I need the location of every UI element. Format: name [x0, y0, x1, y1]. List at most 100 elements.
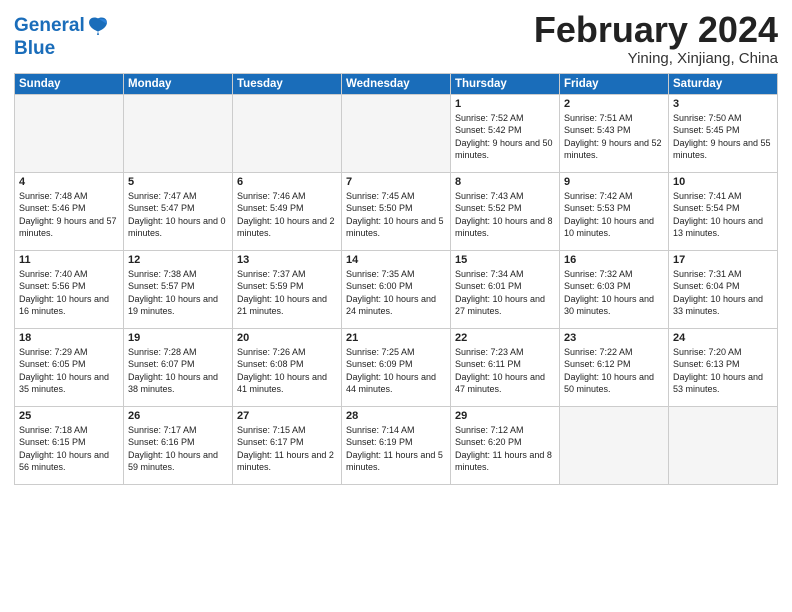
- day-info: Sunrise: 7:45 AMSunset: 5:50 PMDaylight:…: [346, 190, 446, 240]
- day-cell: 22 Sunrise: 7:23 AMSunset: 6:11 PMDayligh…: [451, 328, 560, 406]
- day-number: 25: [19, 410, 119, 422]
- day-info: Sunrise: 7:20 AMSunset: 6:13 PMDaylight:…: [673, 346, 773, 396]
- title-block: February 2024 Yining, Xinjiang, China: [534, 10, 778, 67]
- day-cell: 17 Sunrise: 7:31 AMSunset: 6:04 PMDayligh…: [669, 250, 778, 328]
- day-info: Sunrise: 7:48 AMSunset: 5:46 PMDaylight:…: [19, 190, 119, 240]
- day-info: Sunrise: 7:17 AMSunset: 6:16 PMDaylight:…: [128, 424, 228, 474]
- day-number: 20: [237, 332, 337, 344]
- col-sunday: Sunday: [15, 73, 124, 94]
- day-number: 3: [673, 98, 773, 110]
- day-number: 21: [346, 332, 446, 344]
- day-info: Sunrise: 7:31 AMSunset: 6:04 PMDaylight:…: [673, 268, 773, 318]
- day-info: Sunrise: 7:18 AMSunset: 6:15 PMDaylight:…: [19, 424, 119, 474]
- day-number: 22: [455, 332, 555, 344]
- day-info: Sunrise: 7:29 AMSunset: 6:05 PMDaylight:…: [19, 346, 119, 396]
- day-cell: 29 Sunrise: 7:12 AMSunset: 6:20 PMDayligh…: [451, 406, 560, 484]
- day-cell: 2 Sunrise: 7:51 AMSunset: 5:43 PMDaylight…: [560, 94, 669, 172]
- day-cell: 19Sunrise: 7:28 AMSunset: 6:07 PMDayligh…: [124, 328, 233, 406]
- day-info: Sunrise: 7:42 AMSunset: 5:53 PMDaylight:…: [564, 190, 664, 240]
- day-cell: 14Sunrise: 7:35 AMSunset: 6:00 PMDayligh…: [342, 250, 451, 328]
- day-cell: [669, 406, 778, 484]
- col-friday: Friday: [560, 73, 669, 94]
- day-number: 9: [564, 176, 664, 188]
- day-cell: 20 Sunrise: 7:26 AMSunset: 6:08 PMDayligh…: [233, 328, 342, 406]
- day-cell: 21 Sunrise: 7:25 AMSunset: 6:09 PMDayligh…: [342, 328, 451, 406]
- week-row-4: 18Sunrise: 7:29 AMSunset: 6:05 PMDayligh…: [15, 328, 778, 406]
- day-cell: 18Sunrise: 7:29 AMSunset: 6:05 PMDayligh…: [15, 328, 124, 406]
- logo-blue: Blue: [14, 38, 109, 60]
- day-number: 17: [673, 254, 773, 266]
- day-info: Sunrise: 7:46 AMSunset: 5:49 PMDaylight:…: [237, 190, 337, 240]
- day-cell: 25 Sunrise: 7:18 AMSunset: 6:15 PMDayligh…: [15, 406, 124, 484]
- day-number: 2: [564, 98, 664, 110]
- day-info: Sunrise: 7:22 AMSunset: 6:12 PMDaylight:…: [564, 346, 664, 396]
- day-info: Sunrise: 7:32 AMSunset: 6:03 PMDaylight:…: [564, 268, 664, 318]
- day-number: 29: [455, 410, 555, 422]
- day-info: Sunrise: 7:15 AMSunset: 6:17 PMDaylight:…: [237, 424, 337, 474]
- day-number: 1: [455, 98, 555, 110]
- day-number: 8: [455, 176, 555, 188]
- col-monday: Monday: [124, 73, 233, 94]
- day-number: 15: [455, 254, 555, 266]
- day-info: Sunrise: 7:37 AMSunset: 5:59 PMDaylight:…: [237, 268, 337, 318]
- header: General Blue February 2024 Yining, Xinji…: [14, 10, 778, 67]
- day-cell: 11 Sunrise: 7:40 AMSunset: 5:56 PMDayligh…: [15, 250, 124, 328]
- day-info: Sunrise: 7:43 AMSunset: 5:52 PMDaylight:…: [455, 190, 555, 240]
- day-info: Sunrise: 7:51 AMSunset: 5:43 PMDaylight:…: [564, 112, 664, 162]
- day-number: 7: [346, 176, 446, 188]
- day-number: 28: [346, 410, 446, 422]
- day-cell: 4 Sunrise: 7:48 AMSunset: 5:46 PMDaylight…: [15, 172, 124, 250]
- day-info: Sunrise: 7:52 AMSunset: 5:42 PMDaylight:…: [455, 112, 555, 162]
- day-cell: [124, 94, 233, 172]
- day-number: 13: [237, 254, 337, 266]
- day-number: 6: [237, 176, 337, 188]
- day-info: Sunrise: 7:34 AMSunset: 6:01 PMDaylight:…: [455, 268, 555, 318]
- weekday-header-row: Sunday Monday Tuesday Wednesday Thursday…: [15, 73, 778, 94]
- day-cell: 3 Sunrise: 7:50 AMSunset: 5:45 PMDaylight…: [669, 94, 778, 172]
- day-number: 23: [564, 332, 664, 344]
- day-number: 4: [19, 176, 119, 188]
- day-cell: 16 Sunrise: 7:32 AMSunset: 6:03 PMDayligh…: [560, 250, 669, 328]
- week-row-3: 11 Sunrise: 7:40 AMSunset: 5:56 PMDayligh…: [15, 250, 778, 328]
- day-cell: [342, 94, 451, 172]
- day-cell: 26 Sunrise: 7:17 AMSunset: 6:16 PMDayligh…: [124, 406, 233, 484]
- day-cell: 24 Sunrise: 7:20 AMSunset: 6:13 PMDayligh…: [669, 328, 778, 406]
- logo: General Blue: [14, 14, 109, 60]
- day-cell: [233, 94, 342, 172]
- day-number: 5: [128, 176, 228, 188]
- calendar: Sunday Monday Tuesday Wednesday Thursday…: [14, 73, 778, 485]
- day-info: Sunrise: 7:12 AMSunset: 6:20 PMDaylight:…: [455, 424, 555, 474]
- month-title: February 2024: [534, 10, 778, 50]
- day-number: 19: [128, 332, 228, 344]
- day-number: 11: [19, 254, 119, 266]
- day-cell: 1 Sunrise: 7:52 AMSunset: 5:42 PMDaylight…: [451, 94, 560, 172]
- col-thursday: Thursday: [451, 73, 560, 94]
- logo-general: General: [14, 15, 85, 36]
- day-number: 14: [346, 254, 446, 266]
- day-number: 10: [673, 176, 773, 188]
- day-info: Sunrise: 7:47 AMSunset: 5:47 PMDaylight:…: [128, 190, 228, 240]
- week-row-5: 25 Sunrise: 7:18 AMSunset: 6:15 PMDayligh…: [15, 406, 778, 484]
- day-number: 16: [564, 254, 664, 266]
- day-cell: 12Sunrise: 7:38 AMSunset: 5:57 PMDayligh…: [124, 250, 233, 328]
- day-info: Sunrise: 7:40 AMSunset: 5:56 PMDaylight:…: [19, 268, 119, 318]
- col-tuesday: Tuesday: [233, 73, 342, 94]
- day-cell: 9 Sunrise: 7:42 AMSunset: 5:53 PMDaylight…: [560, 172, 669, 250]
- day-number: 24: [673, 332, 773, 344]
- week-row-2: 4 Sunrise: 7:48 AMSunset: 5:46 PMDaylight…: [15, 172, 778, 250]
- week-row-1: 1 Sunrise: 7:52 AMSunset: 5:42 PMDaylight…: [15, 94, 778, 172]
- day-info: Sunrise: 7:26 AMSunset: 6:08 PMDaylight:…: [237, 346, 337, 396]
- logo-bird-icon: [87, 14, 109, 36]
- day-info: Sunrise: 7:41 AMSunset: 5:54 PMDaylight:…: [673, 190, 773, 240]
- day-info: Sunrise: 7:14 AMSunset: 6:19 PMDaylight:…: [346, 424, 446, 474]
- day-info: Sunrise: 7:25 AMSunset: 6:09 PMDaylight:…: [346, 346, 446, 396]
- day-cell: 15 Sunrise: 7:34 AMSunset: 6:01 PMDayligh…: [451, 250, 560, 328]
- day-info: Sunrise: 7:50 AMSunset: 5:45 PMDaylight:…: [673, 112, 773, 162]
- day-info: Sunrise: 7:23 AMSunset: 6:11 PMDaylight:…: [455, 346, 555, 396]
- page: General Blue February 2024 Yining, Xinji…: [0, 0, 792, 612]
- day-number: 12: [128, 254, 228, 266]
- day-number: 26: [128, 410, 228, 422]
- day-cell: 28 Sunrise: 7:14 AMSunset: 6:19 PMDayligh…: [342, 406, 451, 484]
- location: Yining, Xinjiang, China: [534, 50, 778, 67]
- day-cell: 5 Sunrise: 7:47 AMSunset: 5:47 PMDaylight…: [124, 172, 233, 250]
